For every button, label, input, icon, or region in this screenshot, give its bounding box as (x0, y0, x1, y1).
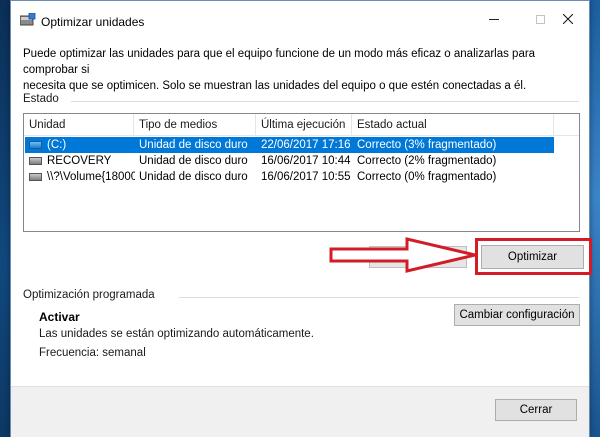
drive-row-recovery[interactable]: RECOVERY Unidad de disco duro 16/06/2017… (25, 153, 554, 169)
red-arrow-icon (329, 237, 476, 273)
window-title: Optimizar unidades (41, 15, 145, 29)
drive-media: Unidad de disco duro (139, 139, 248, 151)
drive-media: Unidad de disco duro (139, 155, 248, 167)
intro-line-2: necesita que se optimicen. Solo se muest… (23, 80, 527, 92)
drives-list[interactable]: Unidad Tipo de medios Última ejecución E… (23, 113, 580, 232)
footer-bar: Cerrar (11, 386, 589, 437)
title-bar[interactable]: Optimizar unidades (11, 1, 589, 37)
drive-unit: RECOVERY (47, 155, 112, 167)
close-window-button[interactable] (545, 1, 591, 37)
change-settings-button[interactable]: Cambiar configuración (454, 304, 580, 326)
close-button[interactable]: Cerrar (495, 399, 577, 421)
drive-state: Correcto (3% fragmentado) (357, 139, 497, 151)
drive-last-run: 16/06/2017 10:44 (261, 155, 351, 167)
scheduled-separator (179, 297, 579, 298)
minimize-button[interactable] (471, 1, 517, 37)
close-icon (563, 14, 573, 24)
defrag-app-icon (20, 13, 36, 26)
column-header-media[interactable]: Tipo de medios (134, 114, 256, 136)
intro-text: Puede optimizar las unidades para que el… (23, 46, 563, 94)
drive-last-run: 16/06/2017 10:55 (261, 171, 351, 183)
drive-last-run: 22/06/2017 17:16 (261, 139, 351, 151)
status-separator (71, 101, 579, 102)
drive-state: Correcto (0% fragmentado) (357, 171, 497, 183)
intro-line-1: Puede optimizar las unidades para que el… (23, 48, 536, 76)
minimize-icon (489, 18, 499, 20)
column-header-last-run[interactable]: Última ejecución (256, 114, 352, 136)
status-section-label: Estado (23, 93, 59, 105)
scheduled-state: Activar (39, 310, 80, 324)
drive-icon (29, 173, 42, 181)
column-header-state[interactable]: Estado actual (352, 114, 554, 136)
drive-row-c[interactable]: (C:) Unidad de disco duro 22/06/2017 17:… (25, 137, 554, 153)
optimize-drives-window: Optimizar unidades Puede optimizar las u… (10, 0, 592, 437)
drive-unit: \\?\Volume{180000... (47, 171, 135, 183)
column-header-unit[interactable]: Unidad (24, 114, 134, 136)
drive-media: Unidad de disco duro (139, 171, 248, 183)
scheduled-description: Las unidades se están optimizando automá… (39, 328, 314, 340)
maximize-icon (535, 14, 545, 24)
drive-unit: (C:) (47, 139, 67, 151)
scheduled-section-label: Optimización programada (23, 289, 155, 301)
windows-drive-icon (29, 141, 42, 149)
drive-state: Correcto (2% fragmentado) (357, 155, 497, 167)
drive-row-volume[interactable]: \\?\Volume{180000... Unidad de disco dur… (25, 169, 554, 185)
scheduled-frequency: Frecuencia: semanal (39, 347, 146, 359)
drive-icon (29, 157, 42, 165)
optimize-highlight-frame (475, 238, 592, 275)
drives-list-header: Unidad Tipo de medios Última ejecución E… (24, 114, 579, 136)
